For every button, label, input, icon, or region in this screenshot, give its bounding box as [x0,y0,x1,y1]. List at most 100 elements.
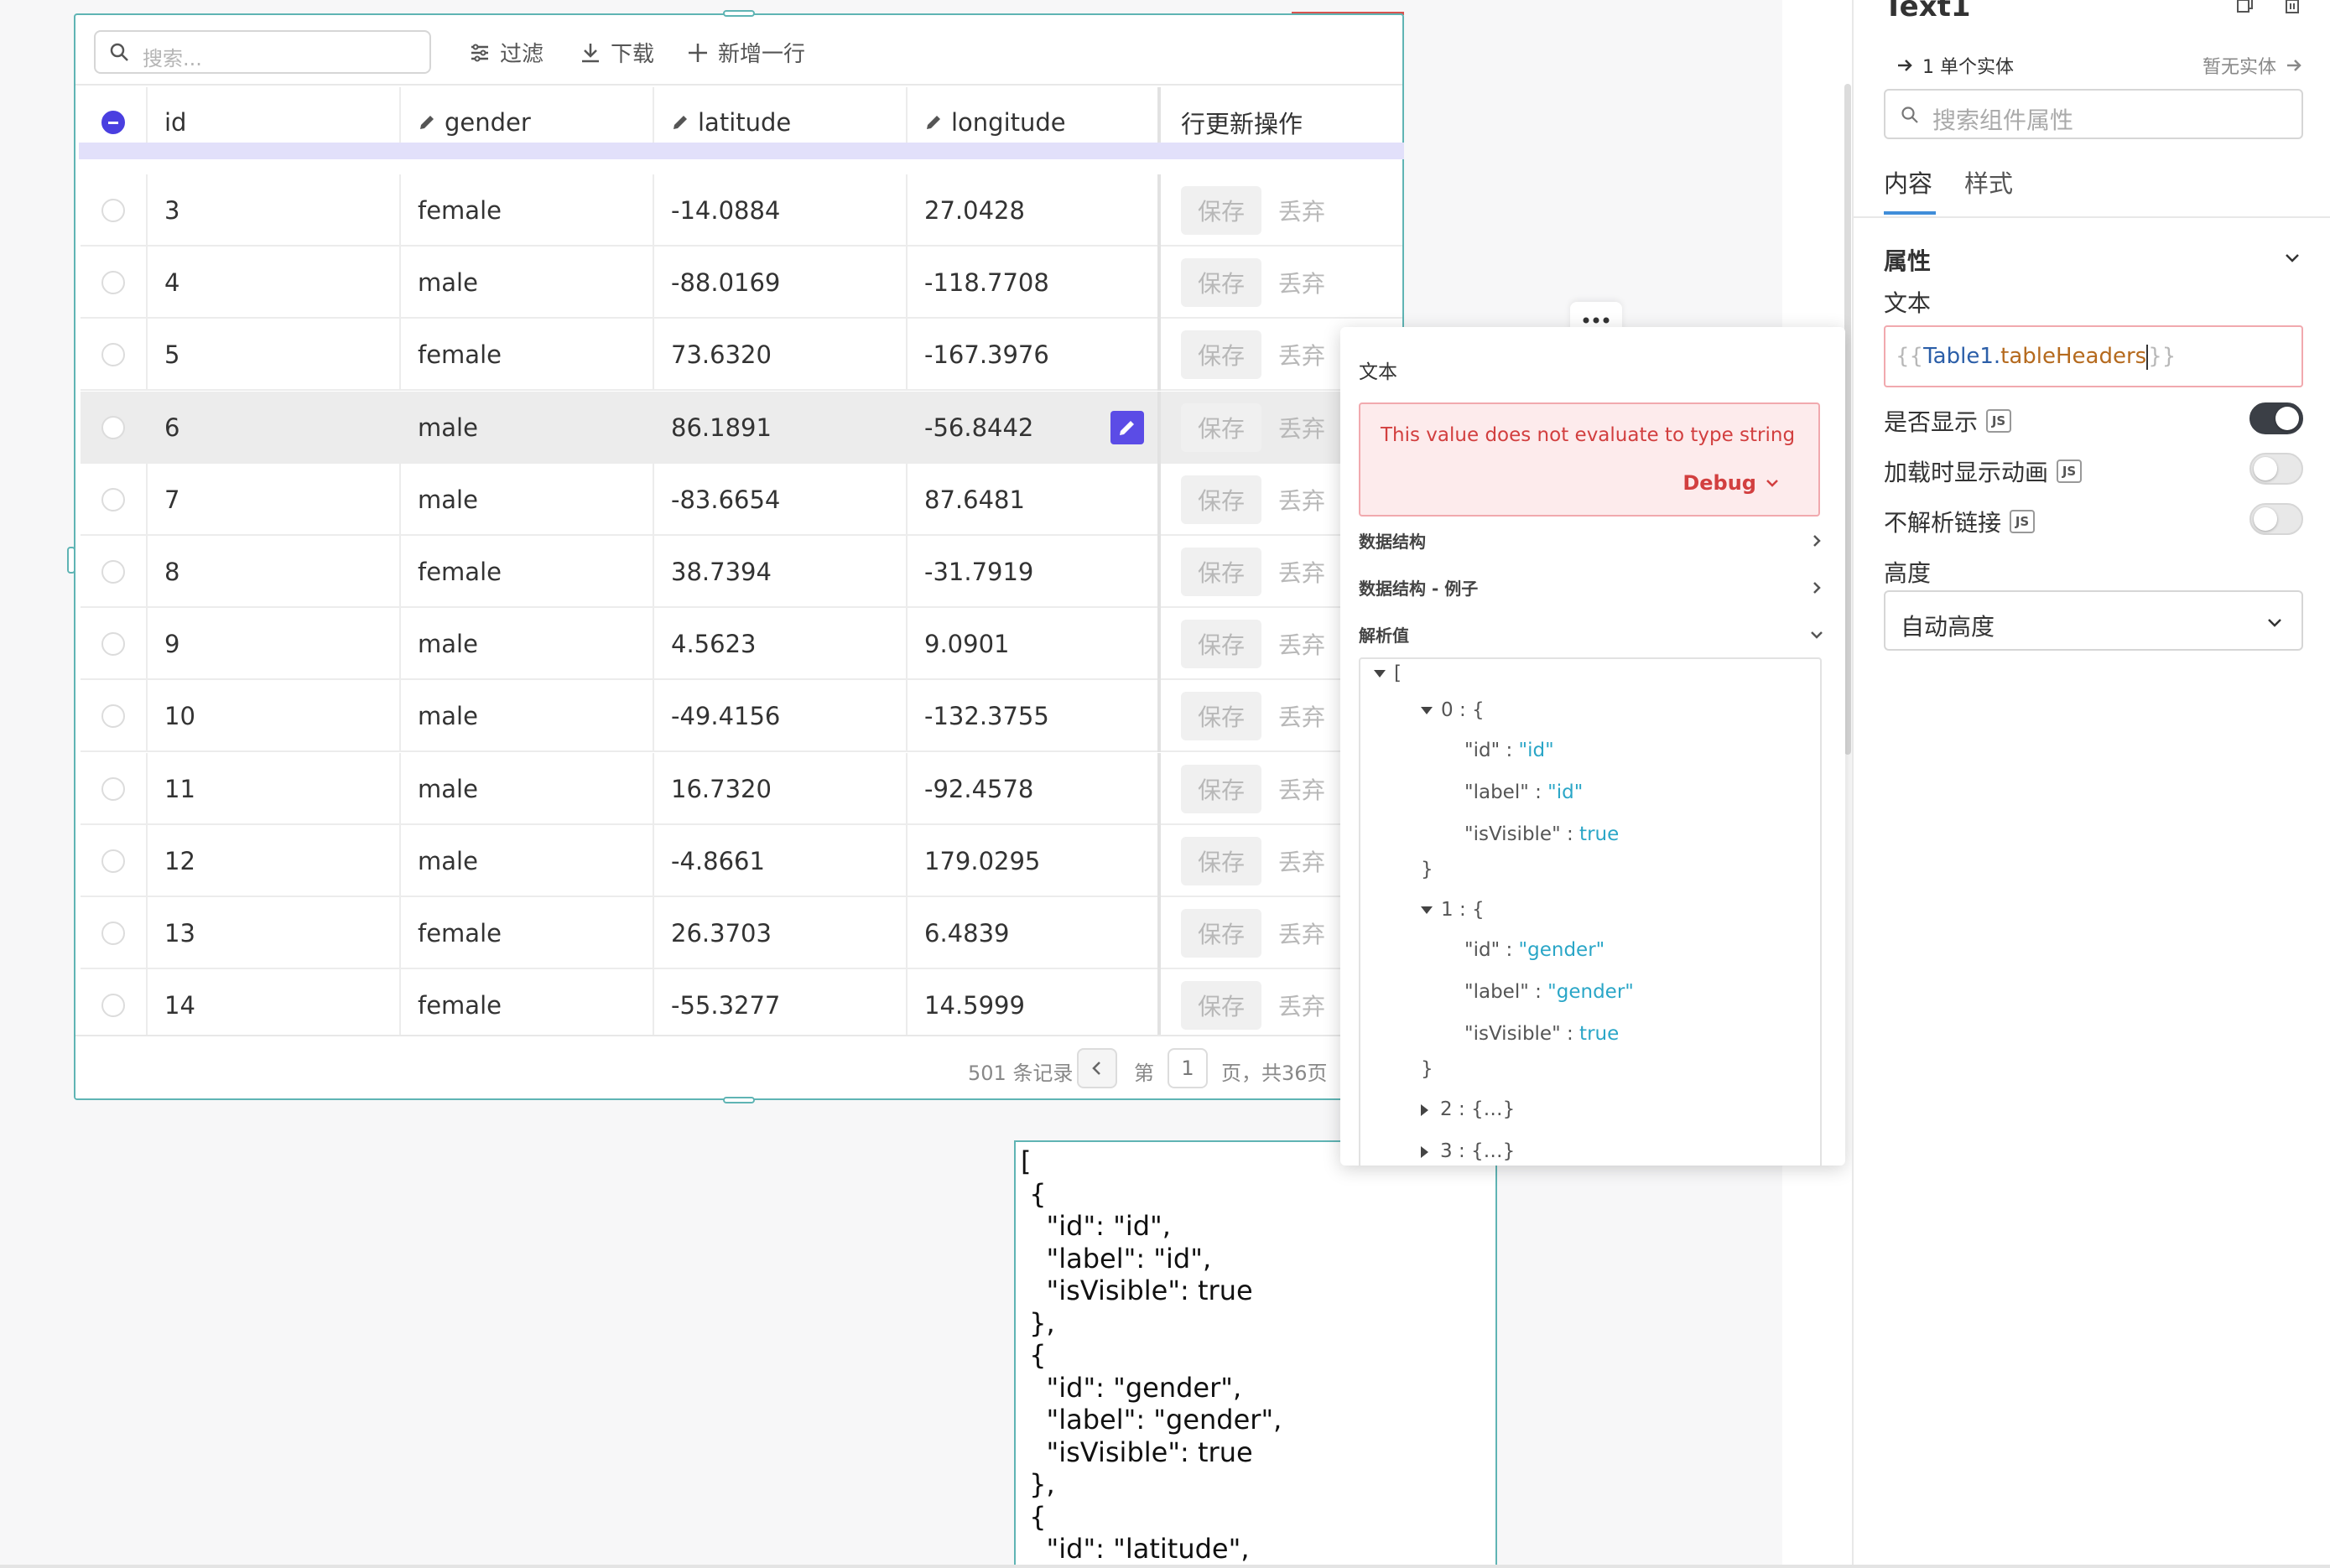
cell-longitude[interactable]: -56.8442 [908,391,1161,464]
table-search-input[interactable]: 搜索... [94,30,431,74]
row-select-cell[interactable] [81,174,148,247]
page-number-input[interactable]: 1 [1168,1048,1208,1088]
filter-button[interactable]: 过滤 [468,37,543,68]
row-select-cell[interactable] [81,463,148,536]
row-select-cell[interactable] [81,969,148,1035]
cell-gender[interactable]: male [401,463,654,536]
widget-name-title[interactable]: Text1 [1884,0,1971,23]
no-link-toggle[interactable] [2249,503,2303,535]
table-widget[interactable]: 搜索... 过滤 下载 新增一行 id gender latitude long… [74,13,1404,1100]
row-select-cell[interactable] [81,897,148,969]
row-checkbox[interactable] [101,343,125,367]
cell-longitude[interactable]: -92.4578 [908,752,1161,825]
cell-longitude[interactable]: 27.0428 [908,174,1161,247]
cell-gender[interactable]: male [401,247,654,319]
entity-binding-link[interactable]: 1 单个实体 [1896,52,2014,79]
edit-cell-button[interactable] [1110,410,1144,444]
debug-button[interactable]: Debug [1682,471,1780,495]
tab-style[interactable]: 样式 [1964,164,2013,200]
resize-handle-top[interactable] [723,10,755,17]
row-checkbox[interactable] [101,415,125,439]
discard-row-button[interactable]: 丢弃 [1278,338,1325,371]
row-checkbox[interactable] [101,560,125,584]
discard-row-button[interactable]: 丢弃 [1278,483,1325,517]
cell-longitude[interactable]: 9.0901 [908,608,1161,681]
save-row-button[interactable]: 保存 [1181,764,1261,813]
select-all-checkbox[interactable] [101,111,125,134]
cell-latitude[interactable]: -55.3277 [654,969,908,1035]
js-toggle-badge[interactable]: JS [2010,510,2036,533]
row-select-cell[interactable] [81,824,148,897]
save-row-button[interactable]: 保存 [1181,836,1261,885]
table-row[interactable]: 13 female 26.3703 6.4839 保存 丢弃 [81,897,1402,969]
table-row[interactable]: 9 male 4.5623 9.0901 保存 丢弃 [81,608,1402,681]
save-row-button[interactable]: 保存 [1181,402,1261,452]
section-data-structure[interactable]: 数据结构 [1359,528,1825,553]
tree-node-3[interactable]: 3 : {…} [1421,1140,1515,1162]
resize-handle-left[interactable] [67,547,75,574]
table-row[interactable]: 8 female 38.7394 -31.7919 保存 丢弃 [81,536,1402,608]
visible-toggle[interactable] [2249,402,2303,434]
cell-latitude[interactable]: 73.6320 [654,319,908,392]
cell-gender[interactable]: female [401,897,654,969]
cell-longitude[interactable]: 14.5999 [908,969,1161,1035]
animate-toggle[interactable] [2249,453,2303,485]
save-row-button[interactable]: 保存 [1181,186,1261,235]
discard-row-button[interactable]: 丢弃 [1278,266,1325,299]
save-row-button[interactable]: 保存 [1181,981,1261,1031]
text-property-input[interactable]: {{Table1.tableHeaders}} [1884,325,2303,387]
delete-icon[interactable] [2283,0,2301,13]
discard-row-button[interactable]: 丢弃 [1278,627,1325,661]
discard-row-button[interactable]: 丢弃 [1278,916,1325,950]
cell-latitude[interactable]: 16.7320 [654,752,908,825]
discard-row-button[interactable]: 丢弃 [1278,555,1325,589]
row-checkbox[interactable] [101,271,125,295]
resize-handle-bottom[interactable] [723,1097,755,1103]
cell-latitude[interactable]: 26.3703 [654,897,908,969]
text-widget[interactable]: [ { "id": "id", "label": "id", "isVisibl… [1014,1140,1497,1568]
save-row-button[interactable]: 保存 [1181,692,1261,741]
cell-gender[interactable]: male [401,608,654,681]
cell-gender[interactable]: male [401,824,654,897]
cell-latitude[interactable]: -14.0884 [654,174,908,247]
row-checkbox[interactable] [101,849,125,873]
cell-latitude[interactable]: -83.6654 [654,463,908,536]
cell-gender[interactable]: female [401,319,654,392]
cell-latitude[interactable]: -49.4156 [654,680,908,753]
row-select-cell[interactable] [81,247,148,319]
row-select-cell[interactable] [81,608,148,681]
cell-gender[interactable]: female [401,536,654,608]
tree-node-1[interactable]: 1 : { [1421,899,1485,921]
download-button[interactable]: 下载 [579,37,654,68]
properties-section-header[interactable]: 属性 [1884,243,2303,277]
cell-gender[interactable]: female [401,174,654,247]
json-tree-viewer[interactable]: [ 0 : { "id" : "id" "label" : "id" "isVi… [1359,657,1822,1166]
table-row[interactable]: 4 male -88.0169 -118.7708 保存 丢弃 [81,247,1402,319]
entity-none-link[interactable]: 暂无实体 [2203,52,2303,79]
row-select-cell[interactable] [81,680,148,753]
row-select-cell[interactable] [81,752,148,825]
discard-row-button[interactable]: 丢弃 [1278,411,1325,444]
cell-gender[interactable]: male [401,680,654,753]
cell-gender[interactable]: male [401,752,654,825]
row-select-cell[interactable] [81,536,148,608]
js-toggle-badge[interactable]: JS [2057,459,2083,483]
row-checkbox[interactable] [101,487,125,511]
save-row-button[interactable]: 保存 [1181,909,1261,958]
cell-gender[interactable]: female [401,969,654,1035]
save-row-button[interactable]: 保存 [1181,475,1261,524]
tree-root[interactable]: [ [1374,662,1402,684]
row-checkbox[interactable] [101,776,125,801]
section-data-structure-example[interactable]: 数据结构 - 例子 [1359,575,1825,600]
row-checkbox[interactable] [101,922,125,945]
cell-latitude[interactable]: 86.1891 [654,391,908,464]
table-row[interactable]: 11 male 16.7320 -92.4578 保存 丢弃 [81,752,1402,825]
discard-row-button[interactable]: 丢弃 [1278,699,1325,733]
row-select-cell[interactable] [81,319,148,392]
property-search-input[interactable]: 搜索组件属性 [1884,89,2303,139]
cell-latitude[interactable]: 38.7394 [654,536,908,608]
table-row[interactable]: 3 female -14.0884 27.0428 保存 丢弃 [81,174,1402,247]
cell-latitude[interactable]: 4.5623 [654,608,908,681]
tree-node-2[interactable]: 2 : {…} [1421,1098,1515,1120]
cell-longitude[interactable]: -31.7919 [908,536,1161,608]
